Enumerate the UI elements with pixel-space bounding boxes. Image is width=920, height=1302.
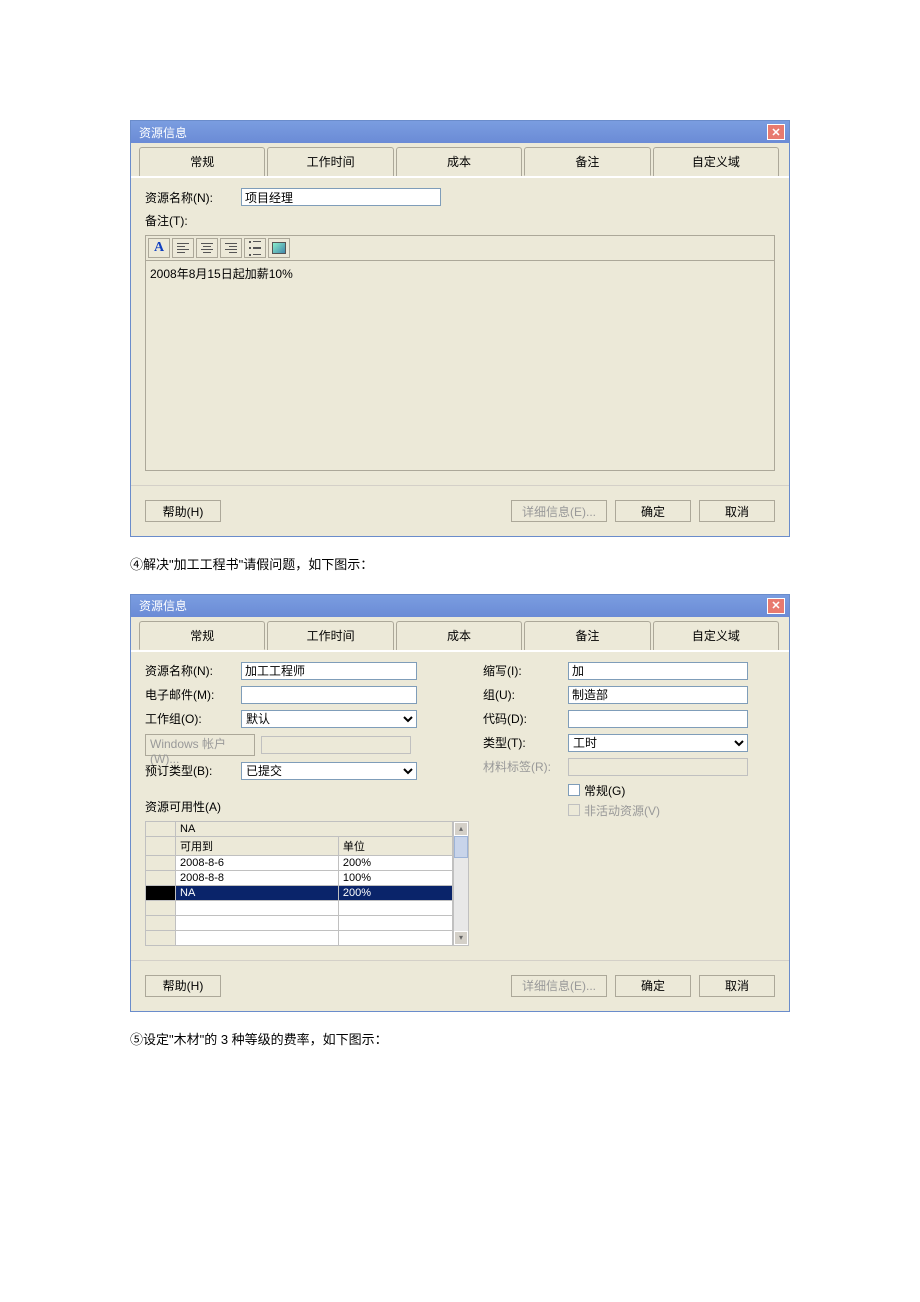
notes-toolbar: A: [145, 235, 775, 261]
tab-notes[interactable]: 备注: [524, 621, 650, 650]
align-left-button[interactable]: [172, 238, 194, 258]
tab-custom[interactable]: 自定义域: [653, 621, 779, 650]
avail-top-cell: NA: [176, 821, 453, 836]
avail-row-empty: [146, 900, 453, 915]
insert-object-button[interactable]: [268, 238, 290, 258]
tab-general[interactable]: 常规: [139, 621, 265, 650]
tab-row: 常规 工作时间 成本 备注 自定义域: [131, 617, 789, 652]
type-select[interactable]: 工时: [568, 734, 748, 752]
resource-name-input[interactable]: [241, 662, 417, 680]
code-input[interactable]: [568, 710, 748, 728]
windows-account-button: Windows 帐户(W)...: [145, 734, 255, 756]
align-center-button[interactable]: [196, 238, 218, 258]
ok-button[interactable]: 确定: [615, 500, 691, 522]
caption-1: ④解决"加工工程书"请假问题，如下图示：: [130, 555, 790, 576]
email-input[interactable]: [241, 686, 417, 704]
tab-worktime[interactable]: 工作时间: [267, 147, 393, 176]
align-right-button[interactable]: [220, 238, 242, 258]
bullet-list-button[interactable]: [244, 238, 266, 258]
workgroup-label: 工作组(O):: [145, 710, 235, 727]
avail-header-date: 可用到: [176, 836, 339, 855]
initials-label: 缩写(I):: [483, 662, 568, 679]
close-button[interactable]: ✕: [767, 124, 785, 140]
avail-row: 2008-8-8100%: [146, 870, 453, 885]
resource-name-input[interactable]: [241, 188, 441, 206]
group-label: 组(U):: [483, 686, 568, 703]
generic-checkbox[interactable]: [568, 784, 580, 796]
resource-info-dialog-1: 资源信息 ✕ 常规 工作时间 成本 备注 自定义域 资源名称(N): 备注(T)…: [130, 120, 790, 537]
scroll-down-button[interactable]: ▾: [454, 931, 468, 945]
booking-type-label: 预订类型(B):: [145, 762, 235, 779]
cancel-button[interactable]: 取消: [699, 500, 775, 522]
dialog-title: 资源信息: [139, 124, 187, 141]
caption-2: ⑤设定"木材"的 3 种等级的费率，如下图示：: [130, 1030, 790, 1051]
notes-textarea[interactable]: 2008年8月15日起加薪10%: [145, 261, 775, 471]
titlebar: 资源信息 ✕: [131, 121, 789, 143]
inactive-checkbox: [568, 804, 580, 816]
windows-account-input: [261, 736, 411, 754]
generic-checkbox-label: 常规(G): [584, 782, 625, 799]
tab-row: 常规 工作时间 成本 备注 自定义域: [131, 143, 789, 178]
tab-cost[interactable]: 成本: [396, 621, 522, 650]
avail-row: 2008-8-6200%: [146, 855, 453, 870]
tab-cost[interactable]: 成本: [396, 147, 522, 176]
resource-info-dialog-2: 资源信息 ✕ 常规 工作时间 成本 备注 自定义域 资源名称(N): 电子邮件(…: [130, 594, 790, 1012]
ok-button[interactable]: 确定: [615, 975, 691, 997]
type-label: 类型(T):: [483, 734, 568, 751]
help-button[interactable]: 帮助(H): [145, 975, 221, 997]
material-label-input: [568, 758, 748, 776]
dialog-body: 资源名称(N): 电子邮件(M): 工作组(O): 默认 Windows 帐户(…: [131, 652, 789, 960]
tab-general[interactable]: 常规: [139, 147, 265, 176]
availability-scrollbar[interactable]: ▴ ▾: [453, 821, 469, 946]
group-input[interactable]: [568, 686, 748, 704]
details-button: 详细信息(E)...: [511, 975, 607, 997]
tab-custom[interactable]: 自定义域: [653, 147, 779, 176]
resource-name-label: 资源名称(N):: [145, 189, 235, 206]
availability-table-wrap: NA 可用到单位 2008-8-6200% 2008-8-8100% NA200…: [145, 821, 470, 946]
inactive-checkbox-label: 非活动资源(V): [584, 802, 660, 819]
scroll-up-button[interactable]: ▴: [454, 822, 468, 836]
email-label: 电子邮件(M):: [145, 686, 235, 703]
tab-notes[interactable]: 备注: [524, 147, 650, 176]
code-label: 代码(D):: [483, 710, 568, 727]
avail-row-empty: [146, 930, 453, 945]
button-row: 帮助(H) 详细信息(E)... 确定 取消: [131, 960, 789, 1011]
availability-table[interactable]: NA 可用到单位 2008-8-6200% 2008-8-8100% NA200…: [145, 821, 453, 946]
font-button[interactable]: A: [148, 238, 170, 258]
notes-label: 备注(T):: [145, 212, 235, 229]
avail-header-unit: 单位: [338, 836, 452, 855]
initials-input[interactable]: [568, 662, 748, 680]
dialog-body: 资源名称(N): 备注(T): A 2008年8月15日起加薪10%: [131, 178, 789, 485]
titlebar: 资源信息 ✕: [131, 595, 789, 617]
availability-label: 资源可用性(A): [145, 798, 235, 815]
dialog-title: 资源信息: [139, 597, 187, 614]
close-button[interactable]: ✕: [767, 598, 785, 614]
button-row: 帮助(H) 详细信息(E)... 确定 取消: [131, 485, 789, 536]
help-button[interactable]: 帮助(H): [145, 500, 221, 522]
booking-type-select[interactable]: 已提交: [241, 762, 417, 780]
cancel-button[interactable]: 取消: [699, 975, 775, 997]
avail-row-empty: [146, 915, 453, 930]
tab-worktime[interactable]: 工作时间: [267, 621, 393, 650]
scroll-thumb[interactable]: [454, 836, 468, 858]
scroll-track[interactable]: [454, 858, 468, 931]
details-button: 详细信息(E)...: [511, 500, 607, 522]
resource-name-label: 资源名称(N):: [145, 662, 235, 679]
workgroup-select[interactable]: 默认: [241, 710, 417, 728]
avail-row-selected: NA200%: [146, 885, 453, 900]
material-label-label: 材料标签(R):: [483, 758, 568, 775]
